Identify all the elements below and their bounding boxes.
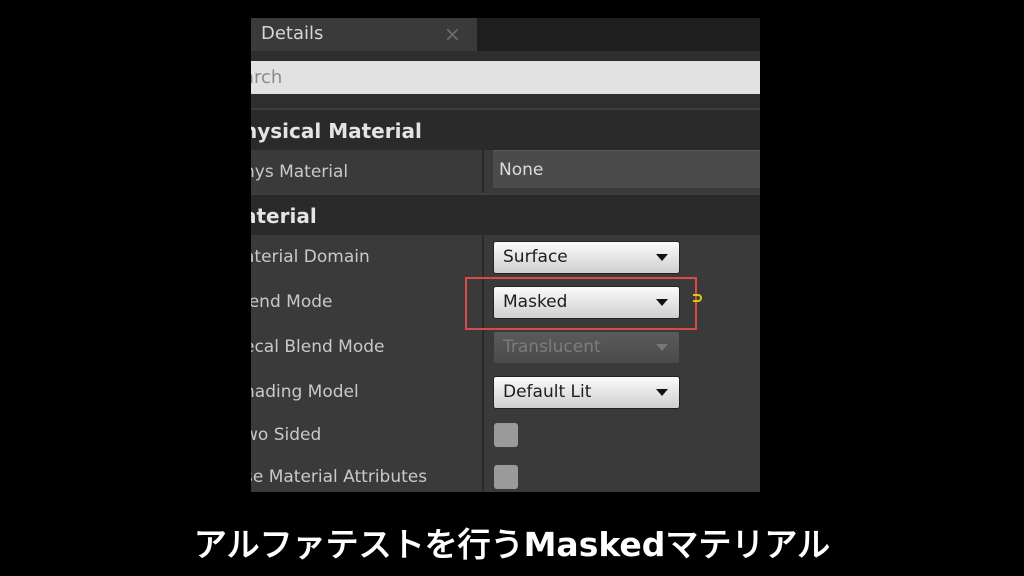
- column-divider: [482, 325, 484, 370]
- decal-blend-mode-value: Translucent: [503, 337, 601, 357]
- decal-blend-mode-dropdown: Translucent: [493, 331, 680, 364]
- section-material-title: aterial: [251, 204, 317, 228]
- material-domain-dropdown[interactable]: Surface: [493, 241, 680, 274]
- column-divider: [482, 150, 484, 193]
- property-label-material-domain: aterial Domain: [251, 247, 370, 267]
- chevron-down-icon: [656, 389, 668, 396]
- section-physical-material-title: hysical Material: [251, 119, 422, 143]
- property-label-shading-model: hading Model: [251, 382, 359, 402]
- chevron-down-icon: [656, 344, 668, 351]
- column-divider: [482, 370, 484, 415]
- search-input[interactable]: [251, 61, 760, 94]
- property-label-phys-material: hys Material: [251, 162, 349, 182]
- shading-model-value: Default Lit: [503, 382, 592, 402]
- property-row-decal-blend-mode: ecal Blend Mode Translucent: [251, 325, 760, 370]
- property-row-two-sided: wo Sided: [251, 415, 760, 457]
- property-row-use-material-attributes: se Material Attributes: [251, 457, 760, 492]
- phys-material-field[interactable]: None: [493, 150, 760, 188]
- tab-details[interactable]: Details ×: [251, 18, 477, 51]
- column-divider: [482, 235, 484, 280]
- two-sided-checkbox[interactable]: [494, 423, 518, 447]
- property-label-two-sided: wo Sided: [251, 425, 322, 445]
- property-label-decal-blend-mode: ecal Blend Mode: [251, 337, 385, 357]
- tab-details-label: Details: [261, 23, 324, 44]
- use-material-attributes-checkbox[interactable]: [494, 465, 518, 489]
- material-domain-value: Surface: [503, 247, 568, 267]
- column-divider: [482, 415, 484, 457]
- blend-mode-highlight: [465, 277, 697, 330]
- property-row-material-domain: aterial Domain Surface: [251, 235, 760, 280]
- column-divider: [482, 457, 484, 492]
- caption: アルファテストを行うMaskedマテリアル: [193, 525, 831, 564]
- section-material[interactable]: aterial: [251, 193, 760, 235]
- property-label-use-material-attributes: se Material Attributes: [251, 467, 428, 487]
- tab-bar: Details ×: [251, 18, 760, 51]
- search-bar: [251, 51, 760, 108]
- property-label-blend-mode: lend Mode: [251, 292, 333, 312]
- property-row-phys-material: hys Material None: [251, 150, 760, 193]
- section-physical-material[interactable]: hysical Material: [251, 108, 760, 150]
- property-row-shading-model: hading Model Default Lit: [251, 370, 760, 415]
- shading-model-dropdown[interactable]: Default Lit: [493, 376, 680, 409]
- details-panel: Details × hysical Material hys Material …: [251, 18, 760, 492]
- close-icon[interactable]: ×: [444, 19, 461, 50]
- reset-to-default-icon[interactable]: [693, 294, 702, 302]
- chevron-down-icon: [656, 254, 668, 261]
